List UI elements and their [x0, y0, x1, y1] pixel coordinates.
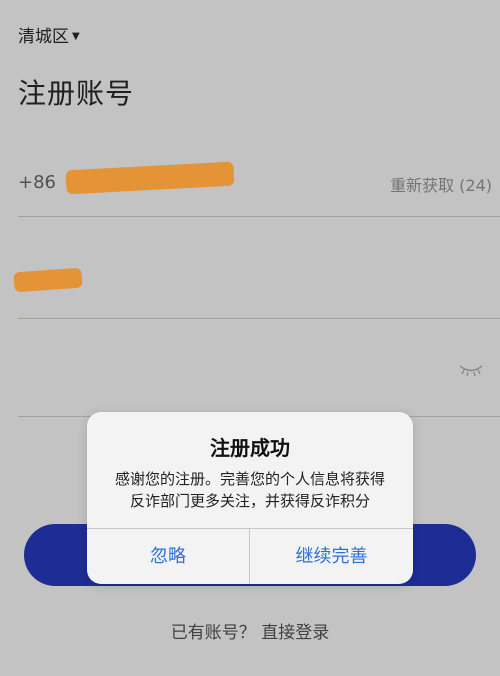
dialog-title: 注册成功	[210, 436, 290, 460]
ignore-button[interactable]: 忽略	[87, 529, 249, 584]
continue-button[interactable]: 继续完善	[250, 529, 413, 584]
register-page: 清城区 ▼ 注册账号 +86 重新获取 (24) 已有账号？ 直接登录 注册成功 …	[0, 0, 500, 676]
dialog-button-bar: 忽略 继续完善	[87, 528, 413, 584]
dialog-message: 感谢您的注册。完善您的个人信息将获得反诈部门更多关注，并获得反诈积分	[114, 470, 385, 510]
success-dialog: 注册成功 感谢您的注册。完善您的个人信息将获得反诈部门更多关注，并获得反诈积分 …	[87, 412, 413, 584]
